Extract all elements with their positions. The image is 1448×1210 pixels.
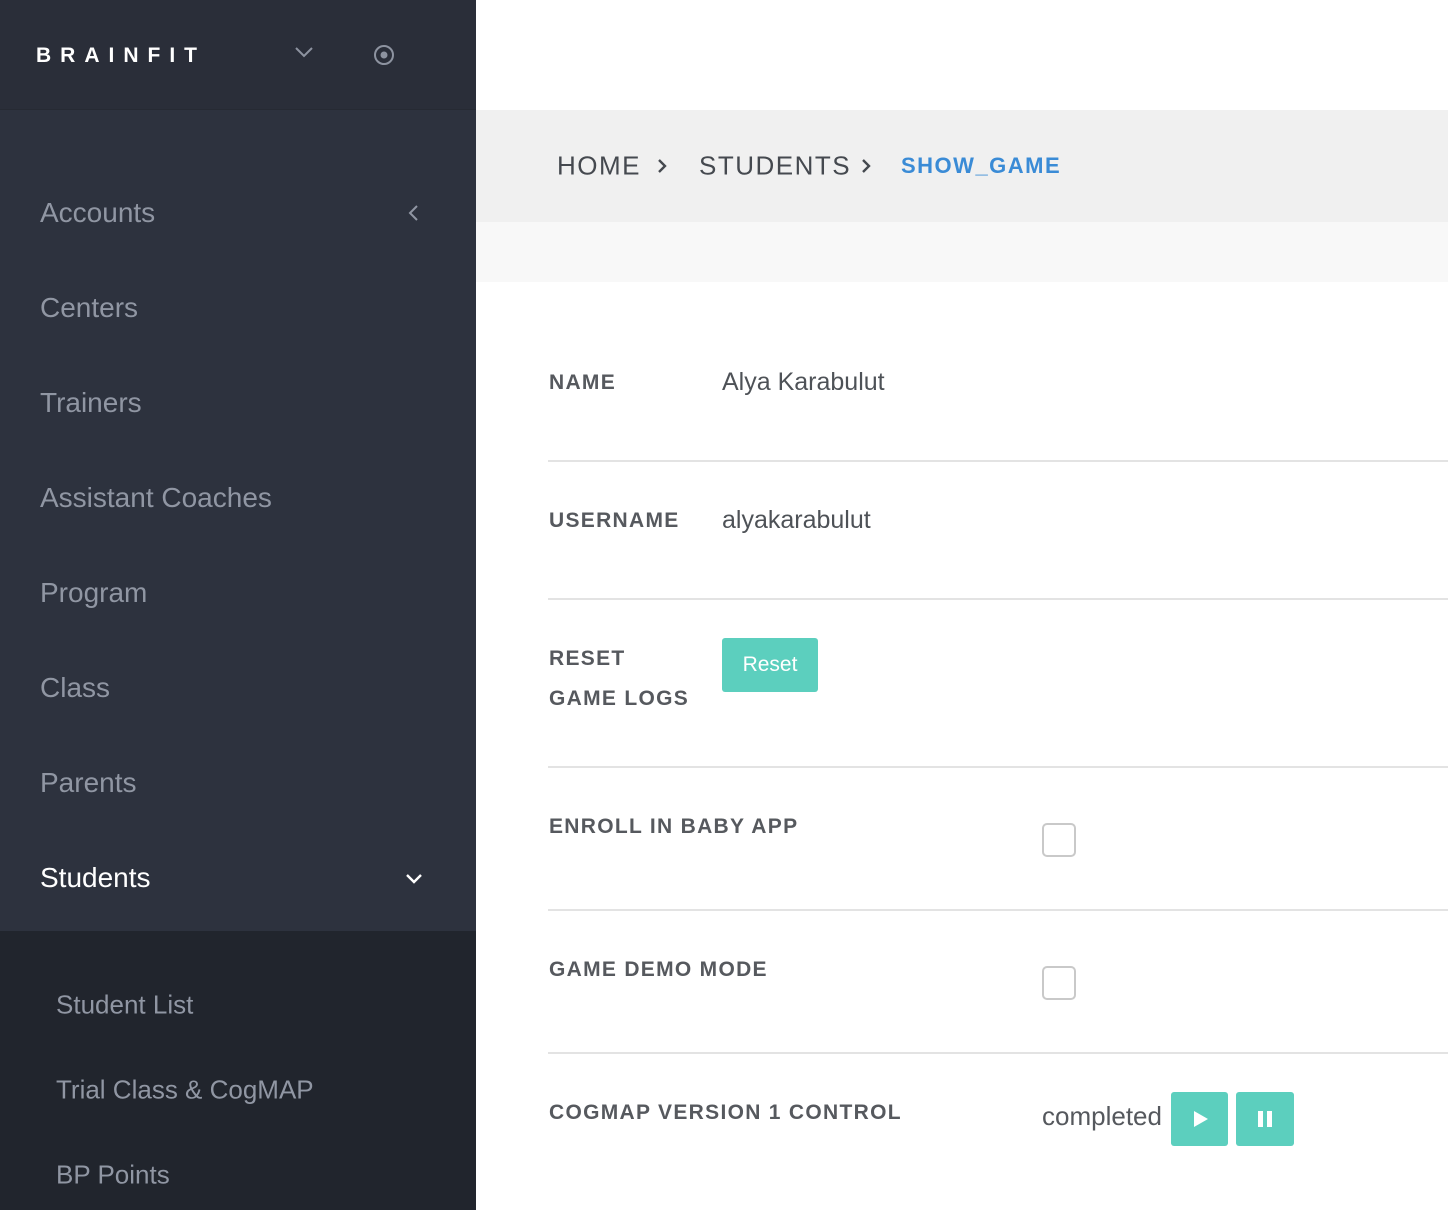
- sidebar-item-label: Parents: [40, 766, 137, 798]
- breadcrumb-home[interactable]: HOME: [557, 151, 641, 182]
- breadcrumb-current: SHOW_GAME: [901, 153, 1062, 178]
- sidebar-item-assistant-coaches[interactable]: Assistant Coaches: [0, 450, 476, 545]
- name-value: Alya Karabulut: [722, 368, 885, 396]
- name-label: NAME: [549, 371, 617, 394]
- sidebar-item-students[interactable]: Students: [0, 830, 476, 925]
- baby-app-label: ENROLL IN BABY APP: [549, 815, 799, 838]
- divider: [548, 766, 1448, 768]
- cogmap-status: completed: [1042, 1101, 1162, 1131]
- sidebar-item-parents[interactable]: Parents: [0, 735, 476, 830]
- sidebar-item-label: Assistant Coaches: [40, 481, 272, 513]
- sidebar-item-label: Class: [40, 671, 111, 703]
- divider: [548, 460, 1448, 462]
- baby-app-checkbox[interactable]: [1042, 823, 1076, 857]
- divider: [548, 1052, 1448, 1054]
- play-button[interactable]: [1171, 1092, 1228, 1146]
- brainfit-logo[interactable]: BRAINFIT: [36, 44, 206, 68]
- sidebar-item-label: Accounts: [40, 196, 156, 228]
- play-icon: [1171, 1108, 1228, 1130]
- sidebar-subitem-label: Student List: [56, 989, 194, 1019]
- username-label: USERNAME: [549, 509, 680, 532]
- reset-button[interactable]: Reset: [722, 638, 818, 692]
- sidebar-item-label: Program: [40, 576, 148, 608]
- students-submenu: Student List Trial Class & CogMAP BP Poi…: [0, 931, 476, 1210]
- sidebar-item-label: Students: [40, 861, 151, 893]
- sidebar-item-label: Trainers: [40, 386, 142, 418]
- chevron-down-icon: [402, 866, 426, 890]
- cogmap-label: COGMAP VERSION 1 CONTROL: [549, 1101, 902, 1124]
- chevron-right-icon: [856, 156, 876, 176]
- sidebar-subitem-label: Trial Class & CogMAP: [56, 1074, 314, 1104]
- sidebar-item-accounts[interactable]: Accounts: [0, 165, 476, 260]
- breadcrumb: HOME STUDENTS SHOW_GAME: [476, 110, 1448, 222]
- sidebar-item-trainers[interactable]: Trainers: [0, 355, 476, 450]
- sidebar-subitem-label: BP Points: [56, 1159, 170, 1189]
- sidebar-item-class[interactable]: Class: [0, 640, 476, 735]
- sidebar-item-label: Centers: [40, 291, 139, 323]
- pause-icon: [1236, 1108, 1294, 1130]
- divider: [548, 909, 1448, 911]
- username-value: alyakarabulut: [722, 506, 871, 534]
- reset-label-line2: GAME LOGS: [549, 687, 690, 710]
- demo-mode-label: GAME DEMO MODE: [549, 958, 768, 981]
- pause-button[interactable]: [1236, 1092, 1294, 1146]
- toolbar-strip: [476, 222, 1448, 282]
- sidebar-item-program[interactable]: Program: [0, 545, 476, 640]
- chevron-left-icon: [402, 201, 426, 225]
- sidebar: BRAINFIT Accounts Centers Trainers Assis…: [0, 0, 476, 1210]
- sidebar-subitem-trial-class-cogmap[interactable]: Trial Class & CogMAP: [0, 1047, 476, 1132]
- demo-mode-checkbox[interactable]: [1042, 966, 1076, 1000]
- sidebar-subitem-student-list[interactable]: Student List: [0, 962, 476, 1047]
- circle-dot-icon[interactable]: [372, 43, 396, 67]
- breadcrumb-students[interactable]: STUDENTS: [699, 151, 851, 182]
- reset-label-line1: RESET: [549, 647, 626, 670]
- sidebar-item-centers[interactable]: Centers: [0, 260, 476, 355]
- brand-bar: BRAINFIT: [0, 0, 476, 110]
- chevron-down-icon[interactable]: [292, 40, 316, 64]
- chevron-right-icon: [652, 156, 672, 176]
- sidebar-subitem-bp-points[interactable]: BP Points: [0, 1132, 476, 1210]
- divider: [548, 598, 1448, 600]
